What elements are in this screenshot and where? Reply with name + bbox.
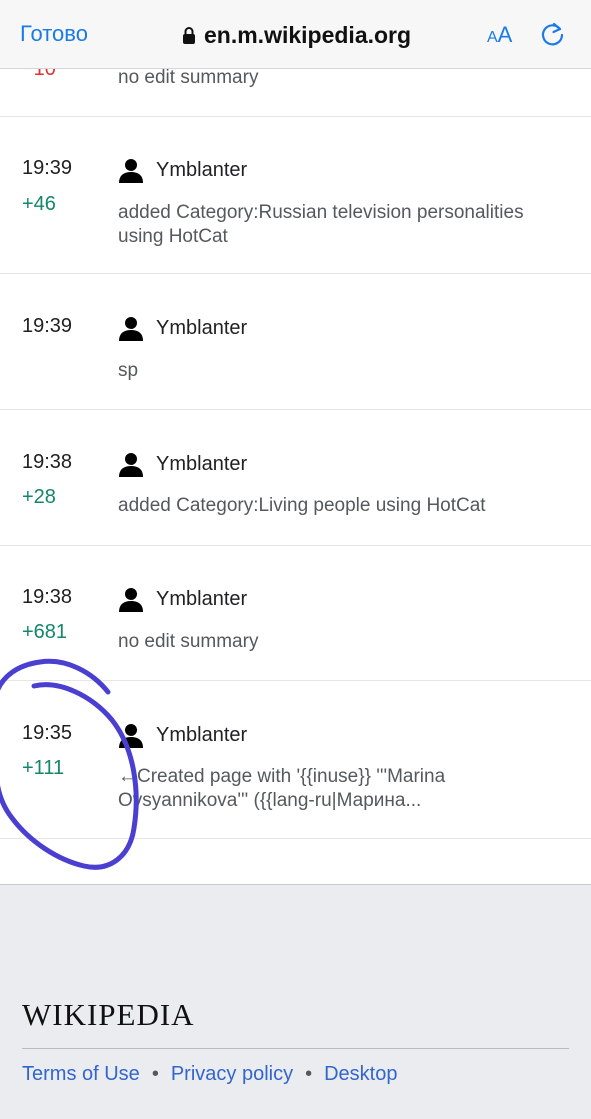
user-name: Ymblanter [156, 452, 248, 475]
user-link[interactable]: Ymblanter [118, 157, 247, 183]
user-link[interactable]: Ymblanter [118, 586, 247, 612]
browser-top-bar: Готово en.m.wikipedia.org AA [0, 0, 591, 69]
footer-links: Terms of Use • Privacy policy • Desktop [22, 1063, 397, 1086]
user-name: Ymblanter [156, 723, 248, 746]
link-separator: • [305, 1063, 313, 1085]
reload-icon[interactable] [540, 22, 566, 48]
user-icon [119, 724, 143, 748]
edit-time: 19:39 [22, 315, 73, 337]
edit-time: 19:38 [22, 586, 73, 608]
user-icon [119, 453, 143, 477]
edit-time: 19:39 [22, 157, 73, 179]
history-row[interactable]: 19:39 Ymblanter sp [0, 274, 591, 410]
text-size-small-label: A [487, 29, 498, 46]
user-icon [119, 317, 143, 341]
edit-summary: added Category:Living people using HotCa… [118, 495, 486, 516]
history-row[interactable]: 19:39 +46 Ymblanter added Category:Russi… [0, 117, 591, 274]
desktop-link[interactable]: Desktop [324, 1063, 397, 1086]
done-button[interactable]: Готово [20, 21, 88, 47]
edit-time: 19:38 [22, 451, 73, 473]
user-icon [119, 588, 143, 612]
edit-summary: sp [118, 360, 139, 381]
edit-time: 19:35 [22, 722, 73, 744]
history-row[interactable]: 19:35 +111 Ymblanter ←Created page with … [0, 681, 591, 839]
edit-summary: ←Created page with '{{inuse}} '''Marina … [118, 766, 446, 811]
text-size-big-label: A [497, 22, 513, 47]
user-link[interactable]: Ymblanter [118, 315, 247, 341]
user-link[interactable]: Ymblanter [118, 451, 247, 477]
byte-change: +111 [22, 757, 65, 779]
privacy-policy-link[interactable]: Privacy policy [171, 1063, 293, 1086]
user-name: Ymblanter [156, 158, 248, 181]
edit-summary: added Category:Russian television person… [118, 202, 524, 247]
lock-icon [183, 27, 195, 44]
history-row[interactable]: 19:38 +28 Ymblanter added Category:Livin… [0, 410, 591, 546]
byte-change: +46 [22, 193, 56, 215]
url-text: en.m.wikipedia.org [204, 21, 412, 48]
user-link[interactable]: Ymblanter [118, 722, 247, 748]
history-row[interactable]: 19:38 +681 Ymblanter no edit summary [0, 546, 591, 681]
footer: WIKIPEDIA Terms of Use • Privacy policy … [0, 884, 591, 1119]
edit-summary: no edit summary [118, 67, 259, 88]
user-name: Ymblanter [156, 587, 248, 610]
terms-of-use-link[interactable]: Terms of Use [22, 1063, 140, 1086]
wikipedia-wordmark: WIKIPEDIA [22, 997, 195, 1032]
user-icon [119, 159, 143, 183]
byte-change: +681 [22, 621, 68, 643]
link-separator: • [151, 1063, 159, 1085]
address-bar[interactable]: en.m.wikipedia.org [182, 19, 411, 51]
byte-change: +28 [22, 486, 56, 508]
user-name: Ymblanter [156, 316, 248, 339]
edit-summary: no edit summary [118, 631, 259, 652]
footer-divider [22, 1048, 569, 1049]
text-size-button[interactable]: AA [487, 22, 512, 48]
